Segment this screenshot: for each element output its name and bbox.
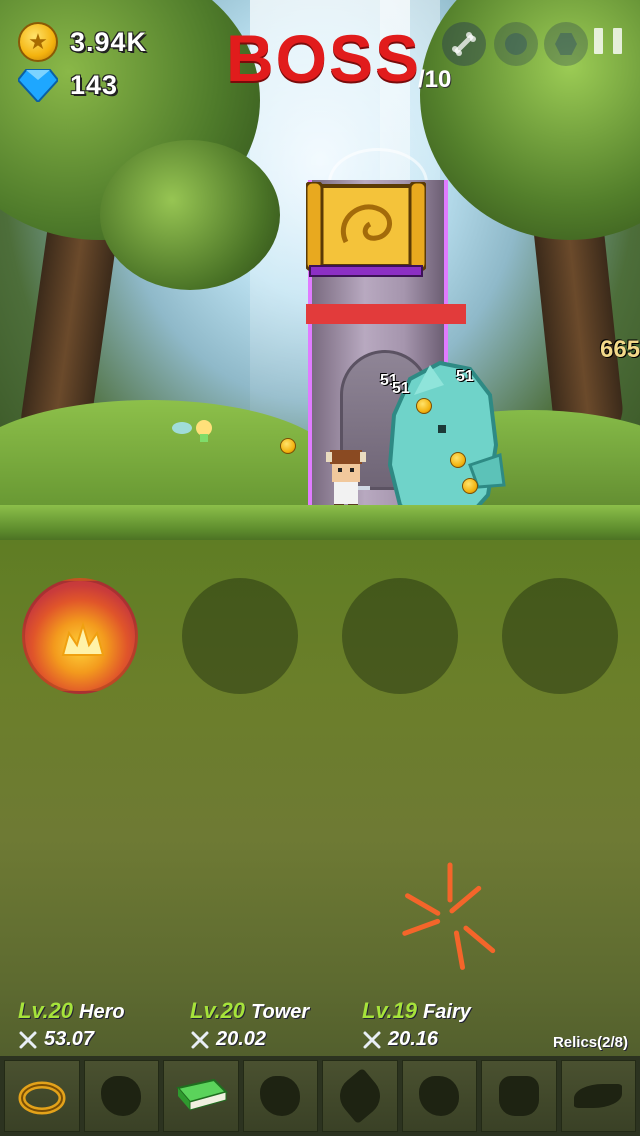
hero-power: 53.07 <box>44 1028 95 1050</box>
sword-icon <box>363 1031 381 1048</box>
round-button[interactable] <box>494 22 538 66</box>
hero-name: Hero <box>79 1001 125 1023</box>
skill-slot-3[interactable] <box>342 578 458 694</box>
tree-canopy <box>100 140 280 290</box>
round-icon <box>505 33 527 55</box>
skill-slot-2[interactable] <box>182 578 298 694</box>
skill-slot-4[interactable] <box>502 578 618 694</box>
pause-icon <box>594 28 603 54</box>
relic-slot-locked[interactable] <box>481 1060 557 1132</box>
fairy-character <box>172 420 212 442</box>
relic-slot-locked[interactable] <box>242 1060 318 1132</box>
relic-slot-locked[interactable] <box>560 1060 636 1132</box>
damage-number: 51 <box>392 380 410 397</box>
fairy-level: Lv.19 <box>362 998 418 1023</box>
bone-button[interactable] <box>442 22 486 66</box>
fairy-power: 20.16 <box>388 1028 439 1050</box>
coin-drop[interactable] <box>280 438 296 454</box>
tower-stat[interactable]: Lv.20 Tower 20.02 <box>190 998 309 1051</box>
fire-skill-button[interactable] <box>22 578 138 694</box>
flame-icon <box>61 621 105 656</box>
tower-power: 20.02 <box>216 1028 267 1050</box>
helmet-icon <box>101 1076 142 1116</box>
relics-label[interactable]: Relics(2/8) <box>553 1034 628 1051</box>
relic-slot-ring[interactable] <box>4 1060 80 1132</box>
gold-amount: 3.94K <box>70 26 148 57</box>
relic-slot-locked[interactable] <box>401 1060 477 1132</box>
sword-icon <box>19 1031 37 1048</box>
tower-level: Lv.20 <box>190 998 246 1023</box>
leaf-icon <box>260 1076 301 1116</box>
coin-drop[interactable] <box>416 398 432 414</box>
damage-number: 51 <box>456 368 474 385</box>
relic-slot-book[interactable] <box>163 1060 239 1132</box>
ring-icon <box>18 1081 66 1115</box>
ground <box>0 505 640 545</box>
crown-icon <box>498 1076 539 1116</box>
fairy-name: Fairy <box>423 1001 471 1023</box>
sword-icon <box>191 1031 209 1048</box>
diamond-icon <box>18 69 58 102</box>
tower-name: Tower <box>251 1001 310 1023</box>
gem-amount: 143 <box>70 69 119 100</box>
book-icon <box>175 1078 228 1111</box>
relic-bar <box>0 1056 640 1136</box>
wing-icon <box>574 1084 623 1108</box>
hero-stat[interactable]: Lv.20 Hero 53.07 <box>18 998 125 1051</box>
boss-health-fill <box>306 304 466 324</box>
relic-slot-locked[interactable] <box>322 1060 398 1132</box>
boss-total: /10 <box>418 66 452 93</box>
stone-icon <box>419 1076 460 1116</box>
hero-level: Lv.20 <box>18 998 74 1023</box>
fairy-stat[interactable]: Lv.19 Fairy 20.16 <box>362 998 471 1051</box>
coin-drop[interactable] <box>450 452 466 468</box>
relic-slot-locked[interactable] <box>83 1060 159 1132</box>
damage-number: 665 <box>600 336 640 363</box>
pause-button[interactable] <box>594 28 622 54</box>
hexagon-icon <box>555 33 577 55</box>
coin-icon: ★ <box>18 22 58 62</box>
bone-icon <box>452 32 476 56</box>
boss-health-bar <box>306 304 466 324</box>
boss-title: BOSS <box>226 21 422 95</box>
gold-counter: ★ 3.94K <box>18 22 147 62</box>
feather-icon <box>331 1067 388 1125</box>
boss-scroll-icon <box>306 182 426 277</box>
hexagon-button[interactable] <box>544 22 588 66</box>
coin-drop[interactable] <box>462 478 478 494</box>
gem-counter: 143 <box>18 68 118 102</box>
